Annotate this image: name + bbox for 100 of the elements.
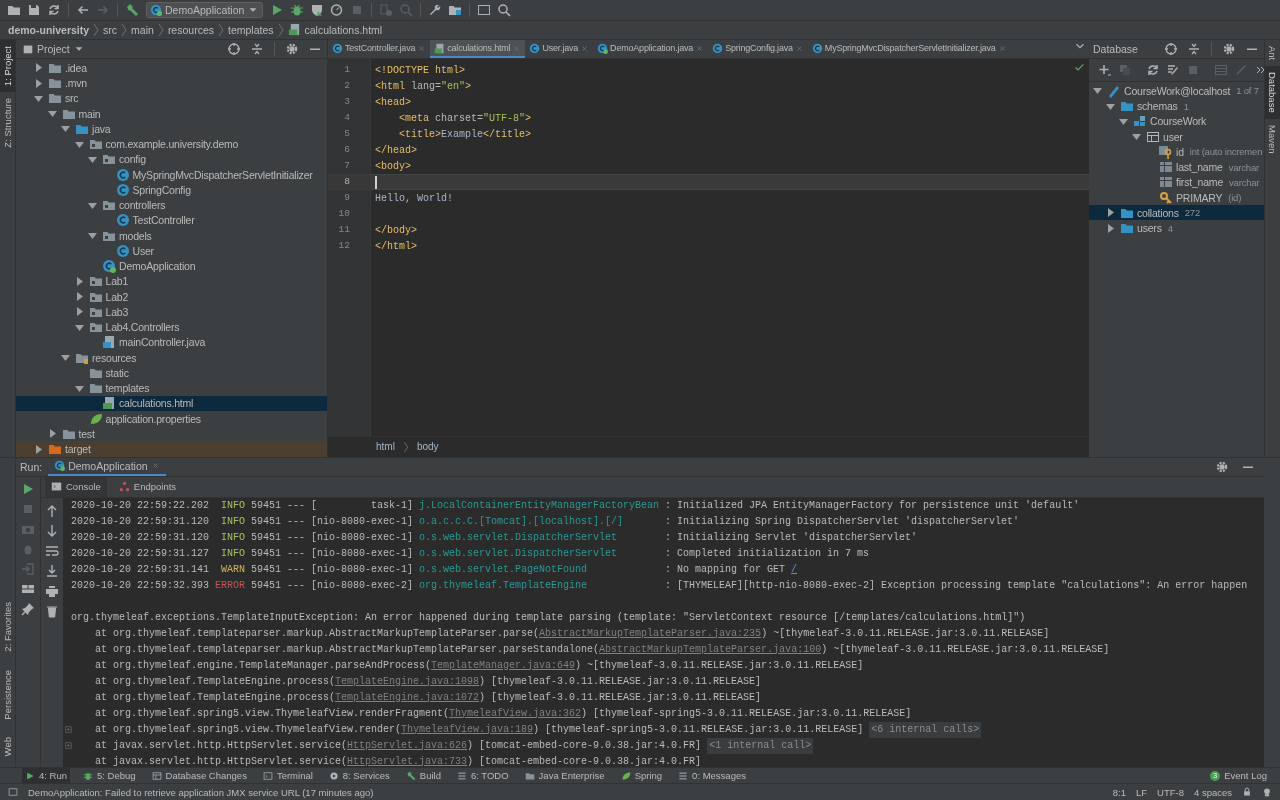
source-link[interactable]: ThymeleafView.java:362 [449, 705, 582, 722]
editor-tab[interactable]: MySpringMvcDispatcherServletInitializer.java [807, 40, 1011, 59]
tree-item[interactable]: calculations.html [16, 395, 327, 411]
breadcrumb-item[interactable]: html [376, 441, 395, 453]
crosshair-icon[interactable] [1164, 42, 1178, 57]
tool-window-button[interactable]: Terminal [259, 768, 316, 783]
tree-item[interactable]: Lab1 [16, 273, 327, 289]
tree-item[interactable]: resources [16, 349, 327, 366]
tool-window-button[interactable]: Build [402, 768, 444, 783]
tree-arrow-icon[interactable] [74, 292, 84, 302]
log-link[interactable]: / [791, 561, 798, 578]
console-tab[interactable]: Console [45, 476, 107, 497]
breadcrumb-item[interactable]: demo-university [8, 23, 90, 36]
tree-item[interactable]: last_name varchar [1089, 159, 1264, 175]
tree-arrow-icon[interactable] [74, 322, 84, 332]
tool-window-button[interactable]: Java Enterprise [521, 768, 608, 783]
tree-arrow-icon[interactable] [61, 353, 70, 363]
wrap-icon[interactable] [45, 543, 59, 558]
tool-window-button[interactable]: 8: Services [325, 768, 393, 783]
tree-arrow-icon[interactable] [47, 429, 57, 439]
tree-arrow-icon[interactable] [1106, 101, 1115, 111]
tree-item[interactable]: PRIMARY (id) [1089, 189, 1264, 206]
tree-item[interactable]: user [1089, 128, 1264, 145]
tree-item[interactable]: .mvn [16, 75, 327, 91]
edit-icon[interactable] [1166, 63, 1180, 78]
trash-icon[interactable] [45, 603, 59, 618]
breadcrumb-item[interactable]: calculations.html [304, 23, 383, 36]
play-icon[interactable] [21, 481, 35, 496]
internal-calls-tag[interactable]: <6 internal calls> [869, 721, 982, 738]
settings-icon[interactable] [285, 42, 299, 57]
tree-item[interactable]: application.properties [16, 410, 327, 427]
tool-window-button[interactable]: Database Changes [148, 768, 250, 783]
tree-arrow-icon[interactable] [74, 139, 84, 149]
tool-window-button[interactable]: 5: Debug [80, 768, 139, 783]
editor-tab[interactable]: calculations.html [430, 40, 526, 59]
tree-arrow-icon[interactable] [1119, 116, 1128, 126]
tree-item[interactable]: Lab2 [16, 288, 327, 305]
tree-arrow-icon[interactable] [47, 109, 57, 119]
tree-arrow-icon[interactable] [1106, 208, 1115, 218]
source-link[interactable]: HttpServlet.java:733 [347, 753, 468, 767]
tool-window-tab[interactable]: Web [0, 731, 15, 763]
pin-icon[interactable] [21, 601, 35, 616]
tree-item[interactable]: src [16, 90, 327, 106]
editor-tab[interactable]: TestController.java [328, 40, 431, 59]
tree-arrow-icon[interactable] [74, 307, 84, 317]
breadcrumb-item[interactable]: main [131, 23, 154, 36]
up-arrow-icon[interactable] [45, 503, 59, 518]
source-link[interactable]: TemplateManager.java:649 [431, 657, 576, 674]
editor-tab[interactable]: DemoApplication.java [593, 40, 709, 59]
source-link[interactable]: AbstractMarkupTemplateParser.java:100 [599, 641, 822, 658]
tree-arrow-icon[interactable] [61, 124, 70, 134]
tool-window-button[interactable]: Spring [617, 768, 666, 783]
tree-item[interactable]: com.example.university.demo [16, 136, 327, 152]
tree-arrow-icon[interactable] [88, 231, 97, 241]
status-item[interactable]: 4 spaces [1193, 786, 1232, 798]
add-icon[interactable] [1098, 63, 1112, 78]
tree-item[interactable]: target [16, 441, 327, 457]
tree-item[interactable]: CourseWork@localhost 1 of 7 [1089, 83, 1264, 99]
editor-tab[interactable]: User.java [525, 40, 594, 59]
tree-arrow-icon[interactable] [74, 383, 84, 393]
tree-item[interactable]: test [16, 426, 327, 442]
tree-item[interactable]: schemas 1 [1089, 98, 1264, 114]
tool-window-button[interactable]: 0: Messages [675, 768, 749, 783]
settings-icon[interactable] [1222, 42, 1236, 57]
gauge-icon[interactable] [330, 2, 345, 17]
tree-item[interactable]: CourseWork [1089, 113, 1264, 129]
source-link[interactable]: HttpServlet.java:626 [347, 737, 468, 754]
source-link[interactable]: ThymeleafView.java:189 [401, 721, 534, 738]
tree-item[interactable]: collations 272 [1089, 205, 1264, 221]
tree-item[interactable]: models [16, 227, 327, 244]
editor-tab[interactable]: SpringConfig.java [708, 40, 808, 59]
printer-icon[interactable] [45, 583, 59, 598]
save-icon[interactable] [27, 2, 41, 17]
hammer-icon[interactable] [125, 2, 139, 17]
tool-window-button[interactable]: 6: TODO [453, 768, 512, 783]
tree-item[interactable]: first_name varchar [1089, 174, 1264, 190]
tree-item[interactable]: Lab4.Controllers [16, 319, 327, 335]
down-arrow-icon[interactable] [45, 523, 59, 538]
tree-arrow-icon[interactable] [34, 63, 43, 73]
tree-item[interactable]: main [16, 105, 327, 122]
run-tab[interactable]: DemoApplication [48, 457, 166, 476]
tree-item[interactable]: users 4 [1089, 220, 1264, 236]
tree-item[interactable]: id int (auto incremen [1089, 144, 1264, 160]
tree-item[interactable]: mainController.java [16, 334, 327, 350]
breadcrumb-item[interactable]: templates [228, 23, 274, 36]
tool-window-tab[interactable]: Persistence [0, 663, 15, 726]
internal-calls-tag[interactable]: <1 internal call> [707, 737, 814, 754]
breadcrumb-item[interactable]: resources [167, 23, 214, 36]
tool-window-tab[interactable]: Maven [1265, 119, 1280, 160]
source-link[interactable]: AbstractMarkupTemplateParser.java:235 [539, 625, 762, 642]
tree-arrow-icon[interactable] [34, 93, 43, 103]
tree-item[interactable]: java [16, 121, 327, 137]
tree-item[interactable]: .idea [16, 60, 327, 76]
tool-window-tab[interactable]: Ant [1265, 40, 1280, 67]
source-link[interactable]: TemplateEngine.java:1072 [335, 689, 480, 706]
search-icon[interactable] [497, 2, 512, 17]
panel-title[interactable]: Project [37, 43, 70, 56]
settings-icon[interactable] [1215, 459, 1229, 474]
sync-icon[interactable] [47, 2, 61, 17]
crosshair-icon[interactable] [227, 42, 241, 57]
